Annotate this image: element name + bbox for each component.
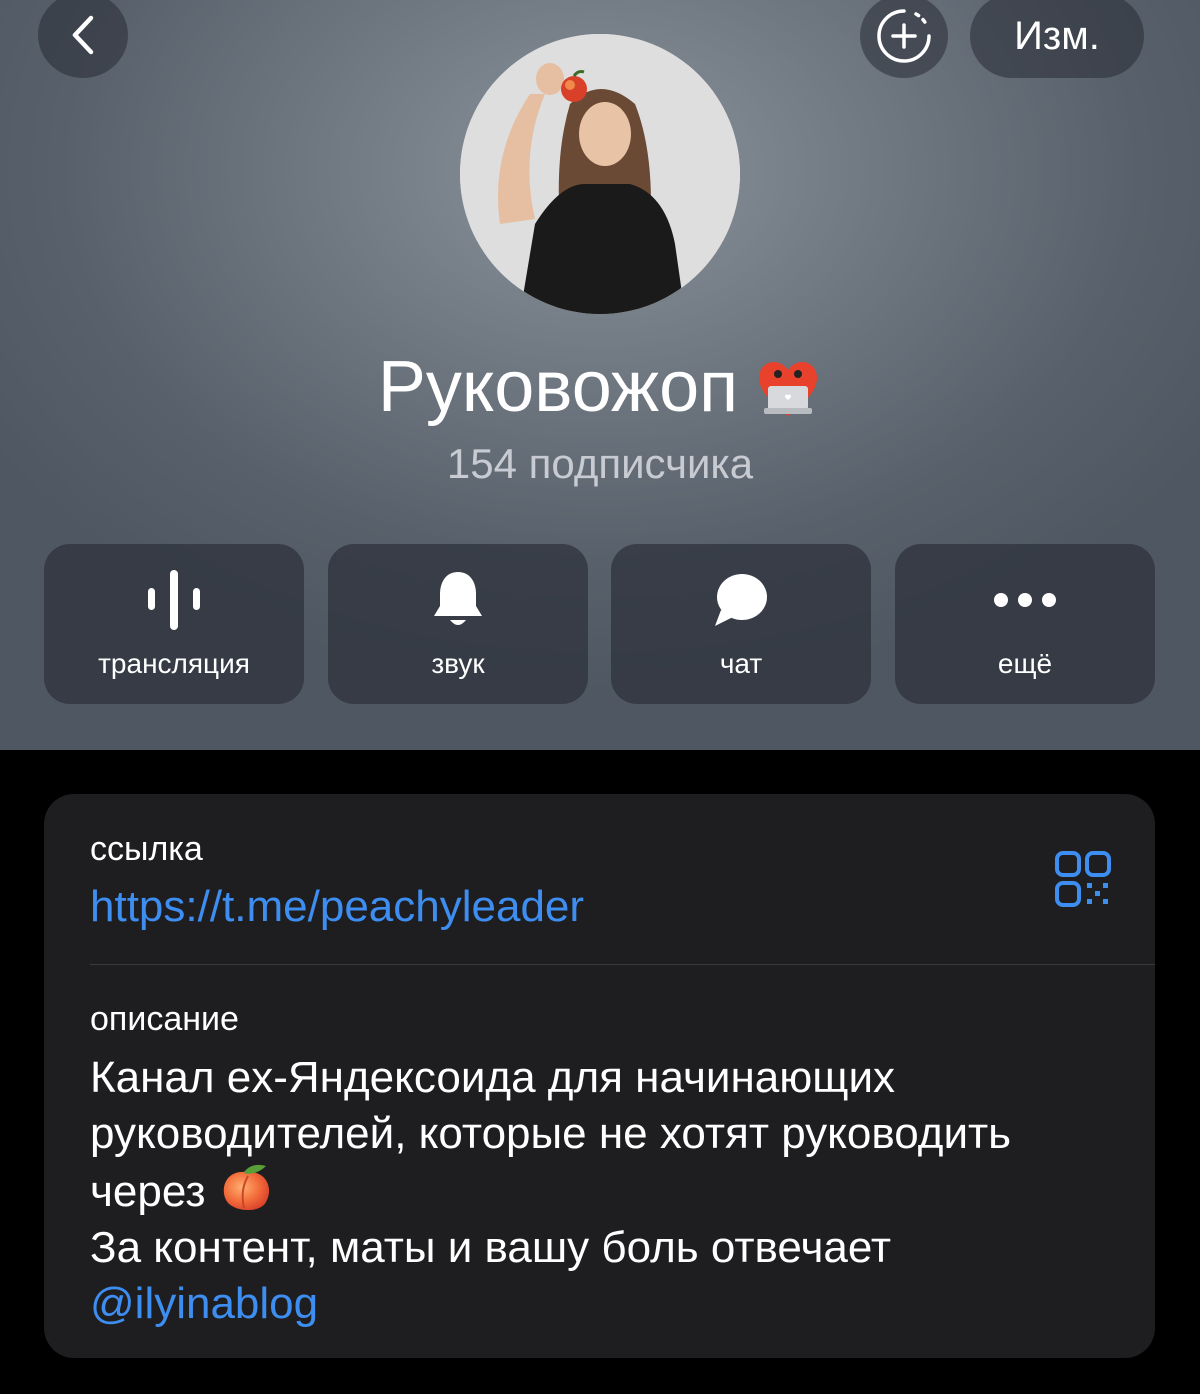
add-story-button[interactable] xyxy=(860,0,948,78)
description-line: За контент, маты и вашу боль отвечает xyxy=(90,1223,892,1272)
action-label: трансляция xyxy=(98,648,250,679)
channel-description: Канал ex-Яндексоида для начинающих руков… xyxy=(90,1050,1130,1332)
divider xyxy=(90,964,1155,965)
author-mention-link[interactable]: @ilyinablog xyxy=(90,1279,318,1328)
live-stream-button[interactable]: трансляция xyxy=(44,544,304,704)
chat-bubble-icon xyxy=(715,574,767,626)
description-label: описание xyxy=(90,1000,239,1038)
subscriber-count: 154 подписчика xyxy=(446,440,754,487)
description-line: через xyxy=(90,1167,206,1216)
sound-button[interactable]: звук xyxy=(328,544,588,704)
channel-info-card: ссылка https://t.me/peachyleader описани… xyxy=(44,794,1155,1358)
back-button[interactable] xyxy=(38,0,128,78)
link-label: ссылка xyxy=(90,830,203,868)
action-label: ещё xyxy=(997,648,1053,679)
channel-name: Руковожоп xyxy=(377,347,739,427)
add-circle-icon xyxy=(877,9,931,63)
live-stream-icon xyxy=(148,570,200,630)
description-line-with-emoji: через xyxy=(90,1162,1130,1220)
heart-laptop-emoji-icon xyxy=(759,361,818,416)
profile-header: Изм. Руковожоп 154 подписчика трансляция… xyxy=(0,0,1200,750)
chat-button[interactable]: чат xyxy=(611,544,871,704)
action-label: звук xyxy=(431,648,485,679)
avatar-photo xyxy=(460,34,740,314)
action-label: чат xyxy=(719,648,763,679)
chevron-left-icon xyxy=(72,15,94,55)
channel-avatar[interactable] xyxy=(460,34,740,314)
channel-title: Руковожоп xyxy=(0,342,1200,432)
channel-profile-screen: Изм. Руковожоп 154 подписчика трансляция… xyxy=(0,0,1200,1394)
description-line: руководителей, которые не хотят руководи… xyxy=(90,1109,1012,1158)
more-button[interactable]: ещё xyxy=(895,544,1155,704)
bell-icon xyxy=(434,572,482,625)
edit-button[interactable]: Изм. xyxy=(970,0,1144,78)
more-dots-icon xyxy=(994,593,1056,607)
peach-emoji-icon xyxy=(223,1164,269,1211)
qr-code-icon[interactable] xyxy=(1054,850,1112,908)
channel-link[interactable]: https://t.me/peachyleader xyxy=(90,880,584,934)
description-line: Канал ex-Яндексоида для начинающих xyxy=(90,1053,896,1102)
